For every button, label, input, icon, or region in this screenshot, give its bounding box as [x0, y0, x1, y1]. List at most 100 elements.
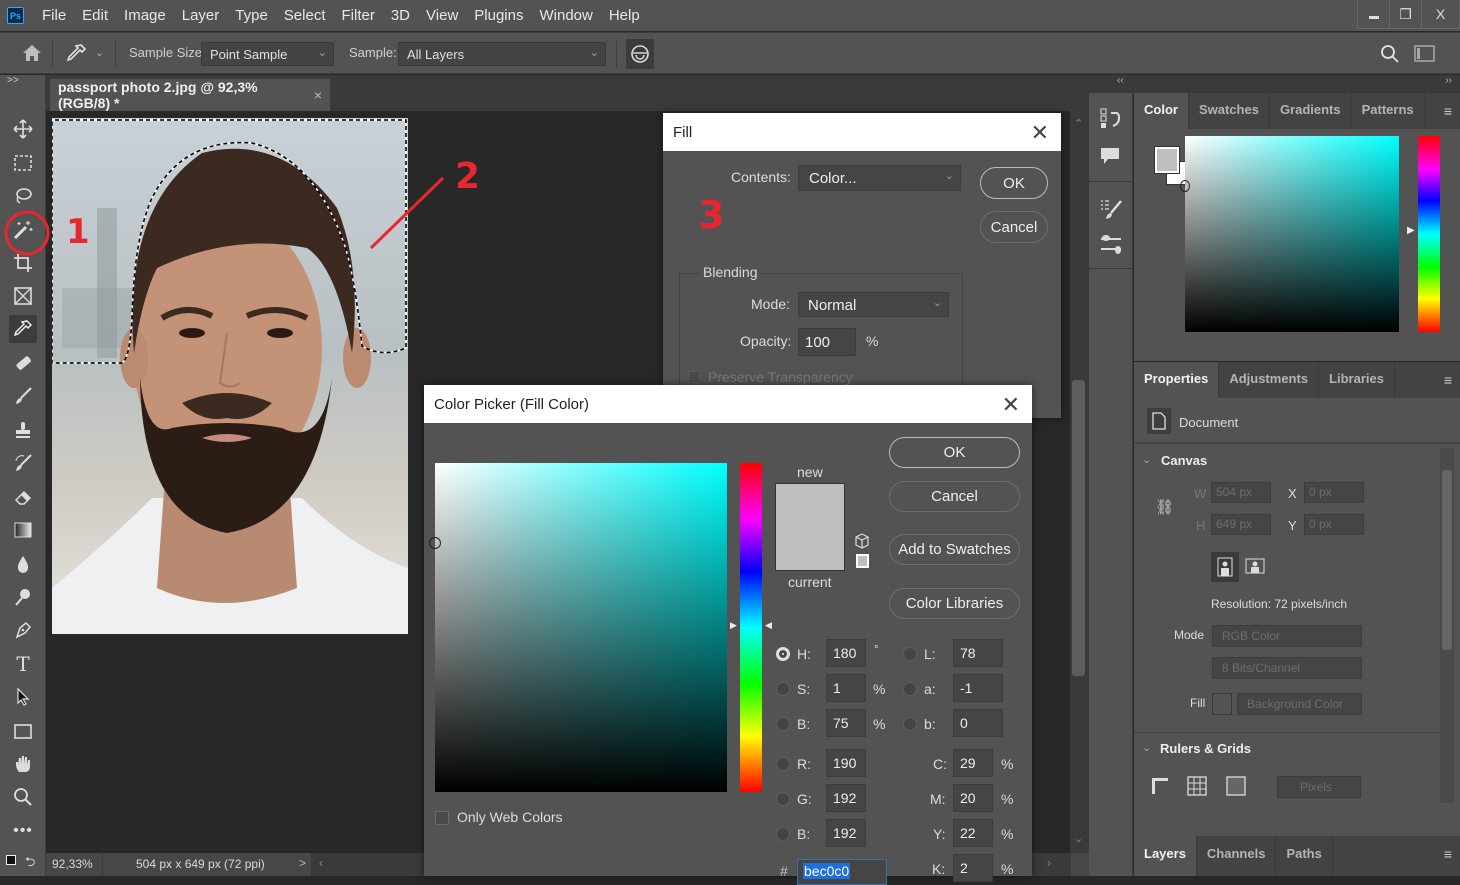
brightness-field[interactable]: 75 — [826, 709, 866, 737]
eraser-tool[interactable] — [9, 483, 37, 511]
restore-button[interactable]: ❐ — [1390, 0, 1422, 28]
more-tools[interactable]: ••• — [9, 817, 37, 845]
current-color-swatch[interactable] — [776, 528, 844, 570]
green-field[interactable]: 192 — [826, 784, 866, 812]
menu-layer[interactable]: Layer — [174, 0, 228, 31]
zoom-tool[interactable] — [9, 783, 37, 811]
color-field-marker[interactable] — [1180, 180, 1190, 192]
radio-green[interactable] — [776, 792, 790, 806]
rulers-section-title[interactable]: Rulers & Grids — [1160, 741, 1251, 756]
comment-icon[interactable] — [1099, 145, 1121, 167]
magenta-field[interactable]: 20 — [953, 784, 993, 812]
radio-hue[interactable] — [776, 647, 790, 661]
x-field[interactable]: 0 px — [1304, 482, 1364, 503]
menu-filter[interactable]: Filter — [334, 0, 383, 31]
red-field[interactable]: 190 — [826, 749, 866, 777]
rectangle-tool[interactable] — [9, 717, 37, 745]
color-picker-close-icon[interactable]: ✕ — [1002, 392, 1020, 418]
rulers-collapse-icon[interactable]: ⌄ — [1142, 741, 1151, 754]
menu-type[interactable]: Type — [227, 0, 276, 31]
picker-ok-button[interactable]: OK — [889, 437, 1020, 468]
radio-red[interactable] — [776, 757, 790, 771]
color-field[interactable] — [1180, 136, 1399, 332]
healing-tool[interactable] — [9, 349, 37, 377]
swap-colors-icon[interactable]: ⮌ — [25, 853, 35, 875]
radio-lab-a[interactable] — [903, 682, 917, 696]
dodge-tool[interactable] — [9, 583, 37, 611]
blue-field[interactable]: 192 — [826, 819, 866, 847]
color-field-marker[interactable] — [429, 537, 441, 549]
lab-l-field[interactable]: 78 — [953, 639, 1003, 667]
panel-menu-icon[interactable]: ≡ — [1444, 372, 1452, 388]
type-tool[interactable]: T — [9, 650, 37, 678]
menu-image[interactable]: Image — [116, 0, 174, 31]
black-field[interactable]: 2 — [953, 854, 993, 882]
vertical-scroll-thumb[interactable] — [1072, 380, 1085, 676]
panel-menu-icon[interactable]: ≡ — [1444, 846, 1452, 862]
brush-settings-icon[interactable] — [1099, 197, 1123, 221]
foreground-color-swatch[interactable] — [1154, 146, 1180, 174]
close-tab-icon[interactable]: × — [314, 87, 322, 103]
only-web-colors-checkbox[interactable] — [435, 811, 449, 825]
menu-plugins[interactable]: Plugins — [466, 0, 531, 31]
minimize-button[interactable] — [1358, 0, 1390, 28]
search-icon[interactable] — [1380, 44, 1400, 64]
expand-panels-icon[interactable]: ›› — [1445, 75, 1452, 86]
add-to-swatches-button[interactable]: Add to Swatches — [889, 534, 1020, 565]
marquee-tool[interactable] — [9, 149, 37, 177]
close-window-button[interactable]: X — [1422, 0, 1460, 28]
photo-canvas[interactable] — [52, 118, 408, 634]
yellow-field[interactable]: 22 — [953, 819, 993, 847]
fill-color-swatch[interactable] — [1212, 693, 1232, 715]
tab-paths[interactable]: Paths — [1276, 836, 1333, 876]
bit-depth-select[interactable]: 8 Bits/Channel — [1212, 657, 1362, 679]
lab-a-field[interactable]: -1 — [953, 674, 1003, 702]
expand-toolbar-icon[interactable]: >> — [7, 75, 19, 86]
radio-lab-b[interactable] — [903, 717, 917, 731]
scroll-down-icon[interactable]: ⌄ — [1074, 832, 1083, 845]
grid-icon[interactable] — [1187, 776, 1207, 796]
radio-blue[interactable] — [776, 827, 790, 841]
sample-select[interactable]: All Layers ⌄ — [398, 42, 606, 66]
link-icon[interactable]: ⛓ — [1155, 498, 1174, 516]
pen-tool[interactable] — [9, 616, 37, 644]
hue-slider-handle[interactable]: ▶ — [1407, 225, 1415, 236]
ruler-icon[interactable] — [1150, 776, 1170, 796]
properties-scrollbar[interactable] — [1440, 448, 1454, 803]
panel-menu-icon[interactable]: ≡ — [1444, 103, 1452, 119]
tab-patterns[interactable]: Patterns — [1352, 93, 1425, 129]
hue-field[interactable]: 180 — [826, 639, 866, 667]
menu-edit[interactable]: Edit — [74, 0, 116, 31]
tab-adjustments[interactable]: Adjustments — [1219, 362, 1320, 398]
opacity-field[interactable]: 100 — [798, 328, 856, 356]
saturation-field[interactable]: 1 — [826, 674, 866, 702]
tab-color[interactable]: Color — [1134, 93, 1189, 129]
fill-dialog-close-icon[interactable]: ✕ — [1031, 120, 1049, 146]
clone-stamp-tool[interactable] — [9, 416, 37, 444]
history-icon[interactable] — [1099, 107, 1121, 131]
width-field[interactable]: 504 px — [1211, 482, 1271, 503]
cyan-field[interactable]: 29 — [953, 749, 993, 777]
move-tool[interactable] — [9, 115, 37, 143]
sample-ring-toggle[interactable] — [626, 39, 654, 69]
scroll-right-icon[interactable]: › — [1047, 856, 1051, 870]
tab-libraries[interactable]: Libraries — [1319, 362, 1395, 398]
tab-swatches[interactable]: Swatches — [1189, 93, 1270, 129]
fill-select[interactable]: Background Color — [1237, 693, 1362, 715]
hue-slider[interactable] — [740, 463, 762, 792]
y-field[interactable]: 0 px — [1304, 514, 1364, 535]
menu-view[interactable]: View — [418, 0, 466, 31]
hue-slider-left-handle[interactable]: ▶ — [730, 620, 737, 631]
document-tab[interactable]: passport photo 2.jpg @ 92,3% (RGB/8) * × — [50, 79, 330, 111]
status-menu-arrow-icon[interactable]: > — [299, 856, 306, 870]
menu-window[interactable]: Window — [531, 0, 600, 31]
blend-mode-select[interactable]: Normal ⌄ — [798, 292, 949, 317]
scroll-left-icon[interactable]: ‹ — [319, 856, 323, 870]
height-field[interactable]: 649 px — [1211, 514, 1271, 535]
radio-saturation[interactable] — [776, 682, 790, 696]
picker-cancel-button[interactable]: Cancel — [889, 481, 1020, 512]
mode-select[interactable]: RGB Color — [1212, 625, 1362, 647]
canvas-collapse-icon[interactable]: ⌄ — [1142, 453, 1151, 466]
landscape-orientation-button[interactable] — [1244, 556, 1266, 576]
hue-slider[interactable] — [1418, 136, 1440, 332]
